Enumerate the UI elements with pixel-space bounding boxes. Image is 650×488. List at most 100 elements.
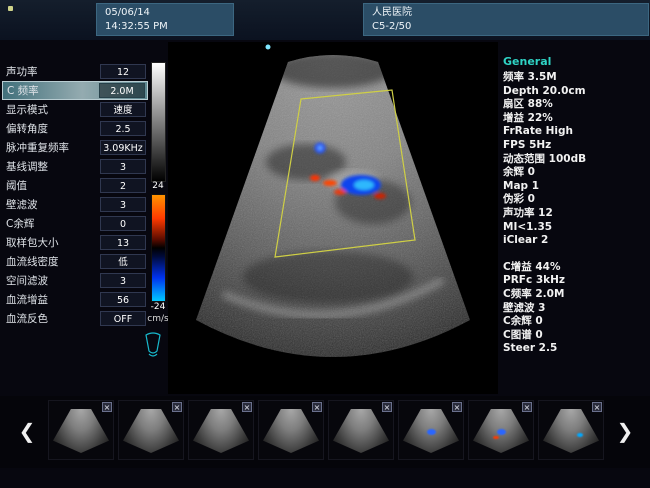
param-value[interactable]: 速度 <box>100 102 146 117</box>
thumbnail[interactable]: × <box>468 400 534 460</box>
param-label: 声功率 <box>2 64 100 79</box>
doppler-dot <box>427 429 436 435</box>
param-row-wall-filter[interactable]: 壁滤波 3 <box>2 195 148 214</box>
param-label: C 频率 <box>3 83 99 98</box>
info-line: PRFc 3kHz <box>503 274 648 288</box>
thumbnail[interactable]: × <box>538 400 604 460</box>
grayscale-bar <box>151 62 166 182</box>
corner-marker-icon <box>8 6 13 11</box>
param-label: 基线调整 <box>2 159 100 174</box>
close-icon[interactable]: × <box>522 402 532 412</box>
param-row-flow-invert[interactable]: 血流反色 OFF <box>2 309 148 328</box>
info-line: C频率 2.0M <box>503 288 648 302</box>
close-icon[interactable]: × <box>592 402 602 412</box>
param-value[interactable]: 3 <box>100 197 146 212</box>
param-value[interactable]: 低 <box>100 254 146 269</box>
param-label: 血流增益 <box>2 292 100 307</box>
close-icon[interactable]: × <box>102 402 112 412</box>
param-value[interactable]: 3.09KHz <box>100 140 146 155</box>
thumbnail-image <box>263 409 319 453</box>
param-row-prf[interactable]: 脉冲重复频率 3.09KHz <box>2 138 148 157</box>
close-icon[interactable]: × <box>242 402 252 412</box>
thumbnail[interactable]: × <box>328 400 394 460</box>
param-value[interactable]: 13 <box>100 235 146 250</box>
param-row-baseline[interactable]: 基线调整 3 <box>2 157 148 176</box>
param-value[interactable]: 56 <box>100 292 146 307</box>
param-row-display-mode[interactable]: 显示模式 速度 <box>2 100 148 119</box>
probe-model: C5-2/50 <box>372 20 640 34</box>
date-text: 05/06/14 <box>105 6 225 20</box>
doppler-dot <box>577 433 583 437</box>
param-row-steer-angle[interactable]: 偏转角度 2.5 <box>2 119 148 138</box>
info-line: 频率 3.5M <box>503 71 648 85</box>
thumbnail[interactable]: × <box>398 400 464 460</box>
param-row-flow-gain[interactable]: 血流增益 56 <box>2 290 148 309</box>
info-line: FPS 5Hz <box>503 139 648 153</box>
param-row-spatial-filter[interactable]: 空间滤波 3 <box>2 271 148 290</box>
param-row-line-density[interactable]: 血流线密度 低 <box>2 252 148 271</box>
info-line: 扇区 88% <box>503 98 648 112</box>
preset-title: General <box>503 55 648 68</box>
datetime-box: 05/06/14 14:32:55 PM <box>96 3 234 36</box>
info-line: C增益 44% <box>503 261 648 275</box>
param-label: 显示模式 <box>2 102 100 117</box>
hospital-box: 人民医院 C5-2/50 <box>363 3 649 36</box>
info-line: C余辉 0 <box>503 315 648 329</box>
param-value[interactable]: 3 <box>100 159 146 174</box>
thumbnail-strip: ❮ × × × × × <box>0 396 650 468</box>
param-label: 壁滤波 <box>2 197 100 212</box>
info-line: Depth 20.0cm <box>503 85 648 99</box>
info-line: Map 1 <box>503 180 648 194</box>
doppler-dot <box>497 429 506 435</box>
param-value[interactable]: 12 <box>100 64 146 79</box>
info-line: 余辉 0 <box>503 166 648 180</box>
time-text: 14:32:55 PM <box>105 20 225 34</box>
param-row-acoustic-power[interactable]: 声功率 12 <box>2 62 148 81</box>
param-value[interactable]: 3 <box>100 273 146 288</box>
ultrasound-image[interactable] <box>168 42 498 394</box>
param-label: 空间滤波 <box>2 273 100 288</box>
info-line: 动态范围 100dB <box>503 153 648 167</box>
close-icon[interactable]: × <box>312 402 322 412</box>
top-bar: 05/06/14 14:32:55 PM 人民医院 C5-2/50 <box>0 0 650 40</box>
info-line: 声功率 12 <box>503 207 648 221</box>
param-value[interactable]: 0 <box>100 216 146 231</box>
info-line: Steer 2.5 <box>503 342 648 356</box>
next-arrow-icon[interactable]: ❯ <box>614 418 636 444</box>
param-row-c-frequency[interactable]: C 频率 2.0M <box>2 81 148 100</box>
close-icon[interactable]: × <box>452 402 462 412</box>
param-label: 血流线密度 <box>2 254 100 269</box>
param-label: 偏转角度 <box>2 121 100 136</box>
param-label: 阈值 <box>2 178 100 193</box>
param-value[interactable]: OFF <box>100 311 146 326</box>
thumbnail[interactable]: × <box>188 400 254 460</box>
info-line: 增益 22% <box>503 112 648 126</box>
doppler-dot <box>493 436 499 439</box>
thumbnail[interactable]: × <box>258 400 324 460</box>
param-label: 脉冲重复频率 <box>2 140 100 155</box>
focus-marker <box>266 45 271 50</box>
thumbnail-image <box>193 409 249 453</box>
info-line: MI<1.35 <box>503 221 648 235</box>
body-marker-icon[interactable] <box>140 330 166 364</box>
prev-arrow-icon[interactable]: ❮ <box>16 418 38 444</box>
thumbnail[interactable]: × <box>118 400 184 460</box>
param-row-packet-size[interactable]: 取样包大小 13 <box>2 233 148 252</box>
parameter-panel: 声功率 12 C 频率 2.0M 显示模式 速度 偏转角度 2.5 脉冲重复频率… <box>2 62 148 328</box>
close-icon[interactable]: × <box>172 402 182 412</box>
param-row-c-persistence[interactable]: C余辉 0 <box>2 214 148 233</box>
param-row-threshold[interactable]: 阈值 2 <box>2 176 148 195</box>
doppler-color-bar <box>151 194 166 302</box>
thumbnail-image <box>123 409 179 453</box>
thumbnail-image <box>53 409 109 453</box>
thumbnail-image <box>543 409 599 453</box>
thumbnail[interactable]: × <box>48 400 114 460</box>
param-value[interactable]: 2 <box>100 178 146 193</box>
param-value[interactable]: 2.0M <box>99 83 145 98</box>
info-line: 壁滤波 3 <box>503 302 648 316</box>
info-line: C图谱 0 <box>503 329 648 343</box>
param-value[interactable]: 2.5 <box>100 121 146 136</box>
info-line: 伪彩 0 <box>503 193 648 207</box>
close-icon[interactable]: × <box>382 402 392 412</box>
ultrasound-app: 05/06/14 14:32:55 PM 人民医院 C5-2/50 声功率 12… <box>0 0 650 488</box>
